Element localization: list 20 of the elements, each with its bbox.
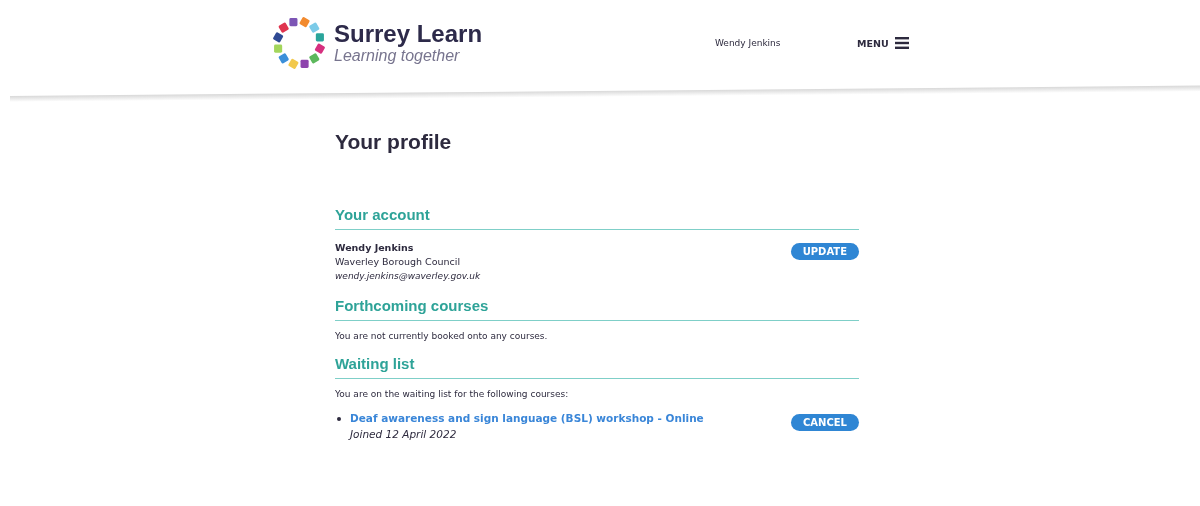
section-heading: Forthcoming courses (335, 297, 859, 321)
user-name[interactable]: Wendy Jenkins (715, 38, 857, 48)
page-title: Your profile (335, 130, 453, 154)
message: You are on the waiting list for the following courses: (335, 389, 570, 399)
organisation: Waverley Borough Council (335, 255, 462, 269)
menu-button[interactable]: MENU (857, 37, 909, 49)
brand-name[interactable]: Surrey Learn (334, 21, 483, 47)
message: You are not currently booked onto any courses. (335, 331, 549, 341)
joined-date: Joined 12 April 2022 (350, 427, 458, 442)
account-name: Wendy Jenkins (335, 241, 415, 255)
update-button[interactable]: UPDATE (790, 243, 859, 260)
tagline: Learning together (334, 47, 461, 65)
email-address: wendy.jenkins@waverley.gov.uk (335, 270, 482, 283)
section-heading: Waiting list (335, 355, 859, 379)
course-link[interactable]: Deaf awareness and sign language (BSL) workshop - Online (350, 411, 791, 426)
section-heading: Your account (335, 206, 859, 230)
logo-icon (272, 16, 326, 70)
cancel-button[interactable]: CANCEL (791, 414, 859, 431)
menu-icon (894, 37, 909, 49)
bullet-icon (337, 417, 341, 421)
